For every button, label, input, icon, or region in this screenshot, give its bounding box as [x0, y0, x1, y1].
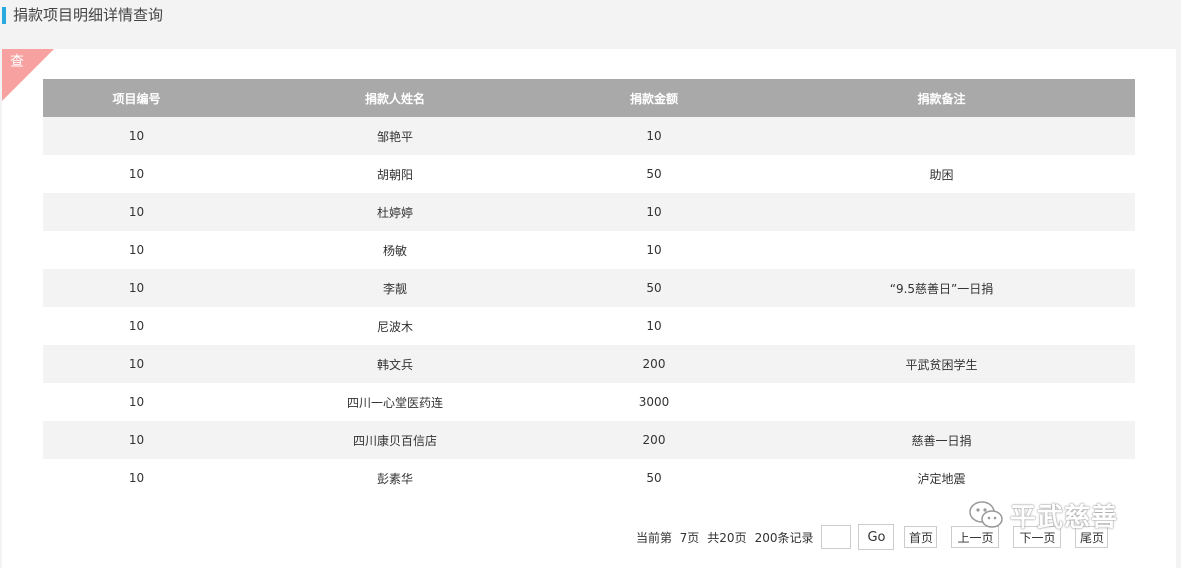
cell-amount: 3000 — [638, 395, 670, 409]
cell-donor-name: 李靓 — [382, 281, 407, 296]
cell-remark: “9.5慈善日”一日捐 — [889, 281, 994, 296]
cell-donor-name: 杨敏 — [382, 243, 407, 258]
page: 捐款项目明细详情查询 查 项目编号 捐款人姓名 捐款金额 捐款备注 10 邹艳平 1… — [0, 0, 1181, 568]
cell-donor-name: 四川康贝百信店 — [352, 433, 437, 448]
column-header-remark: 捐款备注 — [917, 91, 966, 106]
donation-table: 项目编号 捐款人姓名 捐款金额 捐款备注 10 邹艳平 10 10 胡朝阳 50 助困 10 杜… — [43, 79, 1135, 497]
cell-amount: 50 — [646, 471, 662, 485]
watermark: 平武慈善 — [968, 497, 1118, 533]
corner-tag-label: 查 — [10, 54, 24, 70]
cell-project-id: 10 — [128, 319, 145, 333]
table-row: 10 彭素华 50 泸定地震 — [43, 459, 1135, 497]
cell-remark: 慈善一日捐 — [911, 433, 972, 448]
pager-total-pages: 共20页 — [707, 530, 747, 545]
cell-project-id: 10 — [128, 357, 145, 371]
column-header-donor-name: 捐款人姓名 — [364, 91, 425, 106]
cell-donor-name: 彭素华 — [376, 471, 413, 486]
cell-project-id: 10 — [128, 281, 145, 295]
cell-amount: 50 — [646, 167, 662, 181]
wechat-icon — [969, 501, 1003, 528]
cell-project-id: 10 — [128, 205, 145, 219]
page-title: 捐款项目明细详情查询 — [13, 6, 164, 24]
go-button[interactable]: Go — [858, 524, 895, 550]
table-row: 10 杜婷婷 10 — [43, 193, 1135, 231]
cell-remark — [748, 117, 1135, 155]
cell-project-id: 10 — [128, 433, 145, 447]
table-header: 项目编号 捐款人姓名 捐款金额 捐款备注 — [43, 79, 1135, 117]
table-row: 10 杨敏 10 — [43, 231, 1135, 269]
pager-current-page: 7页 — [679, 530, 700, 545]
cell-project-id: 10 — [128, 129, 145, 143]
cell-amount: 10 — [646, 243, 662, 257]
cell-project-id: 10 — [128, 167, 145, 181]
cell-remark — [748, 193, 1135, 231]
table-row: 10 胡朝阳 50 助困 — [43, 155, 1135, 193]
results-panel: 查 项目编号 捐款人姓名 捐款金额 捐款备注 10 邹艳平 10 10 胡朝阳 50 助困 1… — [2, 49, 1176, 568]
cell-remark: 泸定地震 — [917, 471, 966, 486]
table-row: 10 邹艳平 10 — [43, 117, 1135, 155]
page-number-input[interactable] — [821, 525, 852, 549]
cell-project-id: 10 — [128, 471, 145, 485]
watermark-text: 平武慈善 — [1010, 502, 1119, 533]
cell-remark — [748, 231, 1135, 269]
cell-donor-name: 四川一心堂医药连 — [346, 395, 443, 410]
table-row: 10 韩文兵 200 平武贫困学生 — [43, 345, 1135, 383]
pager-current-label: 当前第 7页 — [636, 530, 700, 545]
cell-donor-name: 杜婷婷 — [376, 205, 413, 220]
table-body: 10 邹艳平 10 10 胡朝阳 50 助困 10 杜婷婷 10 10 杨敏 10 10 李靓 50 “9.5慈… — [43, 117, 1135, 497]
cell-donor-name: 邹艳平 — [376, 129, 413, 144]
cell-donor-name: 韩文兵 — [376, 357, 413, 372]
table-row: 10 四川一心堂医药连 3000 — [43, 383, 1135, 421]
cell-amount: 10 — [646, 205, 662, 219]
cell-remark — [748, 383, 1135, 421]
cell-donor-name: 尼波木 — [376, 319, 413, 334]
cell-remark: 助困 — [929, 167, 954, 182]
cell-amount: 10 — [646, 129, 662, 143]
cell-remark — [748, 307, 1135, 345]
cell-amount: 200 — [642, 357, 666, 371]
table-row: 10 四川康贝百信店 200 慈善一日捐 — [43, 421, 1135, 459]
header-accent-bar — [2, 7, 6, 24]
cell-amount: 200 — [642, 433, 666, 447]
cell-amount: 10 — [646, 319, 662, 333]
cell-project-id: 10 — [128, 395, 145, 409]
cell-remark: 平武贫困学生 — [905, 357, 978, 372]
first-page-button[interactable]: 首页 — [904, 526, 938, 548]
table-row: 10 尼波木 10 — [43, 307, 1135, 345]
column-header-amount: 捐款金额 — [629, 91, 678, 106]
table-row: 10 李靓 50 “9.5慈善日”一日捐 — [43, 269, 1135, 307]
cell-donor-name: 胡朝阳 — [376, 167, 413, 182]
pager-total-records: 200条记录 — [754, 530, 814, 545]
cell-project-id: 10 — [128, 243, 145, 257]
column-header-project-id: 项目编号 — [112, 91, 161, 106]
page-header: 捐款项目明细详情查询 — [0, 0, 1181, 30]
cell-amount: 50 — [646, 281, 662, 295]
